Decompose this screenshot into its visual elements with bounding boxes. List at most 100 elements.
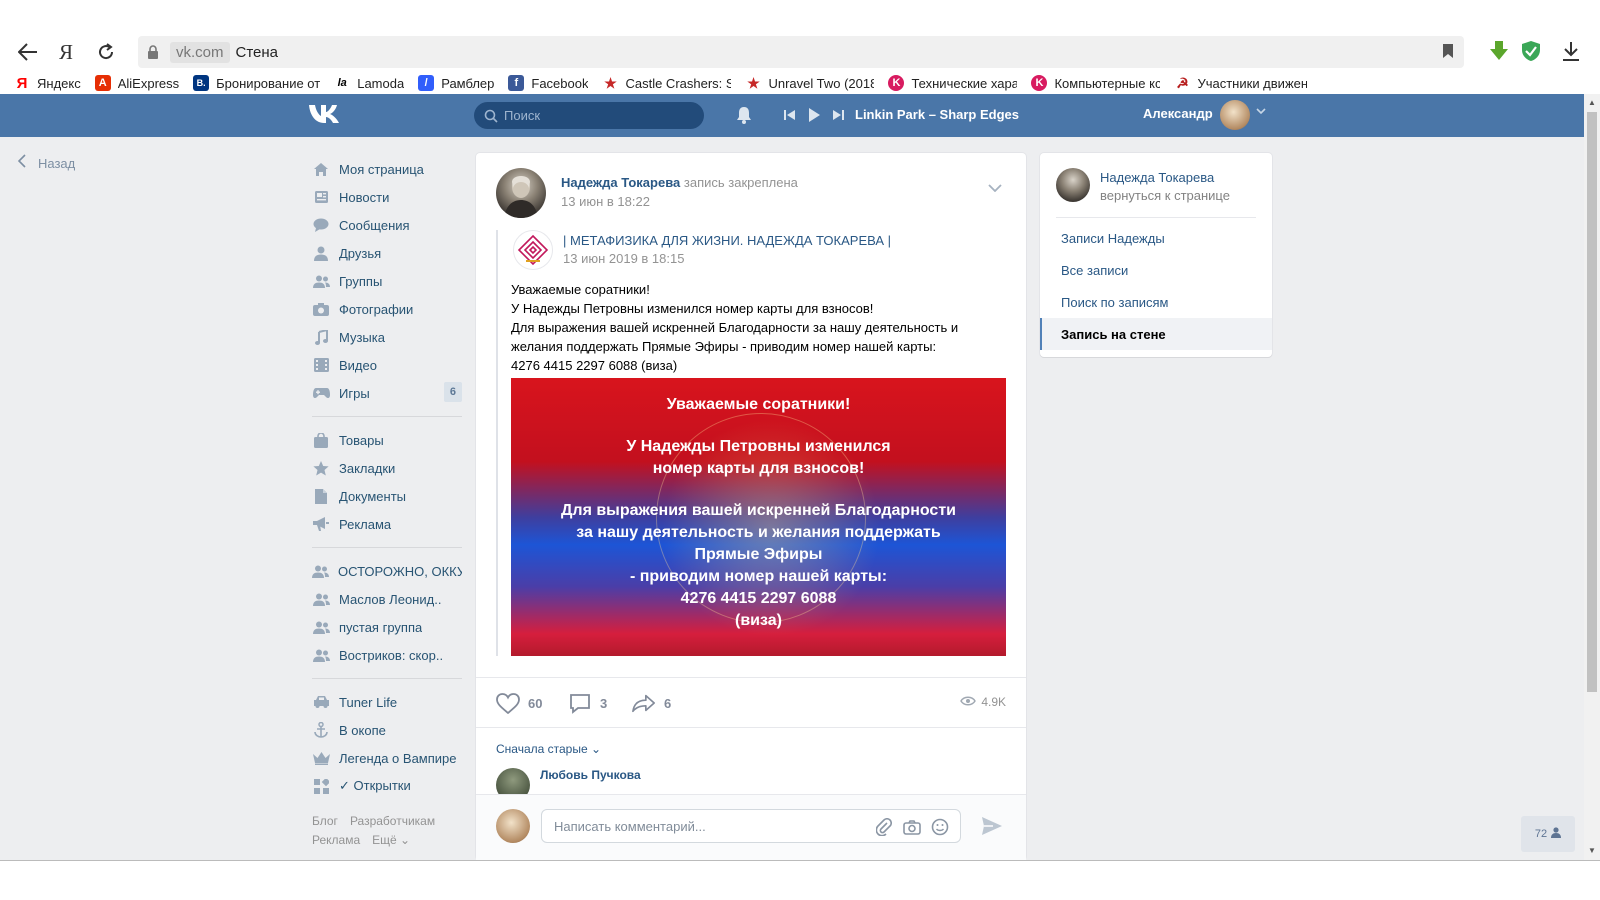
address-bar[interactable]: vk.com Стена	[138, 36, 1464, 68]
download-extension-icon[interactable]	[1486, 38, 1512, 64]
post-image[interactable]: Уважаемые соратники! У Надежды Петровны …	[511, 378, 1006, 656]
menu-item-video[interactable]: Видео	[312, 351, 462, 379]
document-icon	[312, 487, 330, 505]
bookmark-unravel-two[interactable]: ★ Unravel Two (2018	[745, 75, 874, 91]
back-link[interactable]: Назад	[17, 154, 75, 173]
reload-icon[interactable]	[92, 38, 120, 66]
avatar[interactable]	[1220, 100, 1250, 130]
previous-track-icon[interactable]	[784, 109, 796, 124]
menu-item-postcards[interactable]: ✓ Открытки	[312, 772, 462, 800]
menu-item-goods[interactable]: Товары	[312, 426, 462, 454]
post-menu-chevron-icon[interactable]	[988, 179, 1002, 195]
camera-icon	[312, 300, 330, 318]
online-friends-badge[interactable]: 72	[1521, 816, 1575, 852]
play-icon[interactable]	[808, 108, 820, 125]
footer-link-more[interactable]: Ещё ⌄	[372, 833, 410, 847]
post-date[interactable]: 13 июн в 18:22	[561, 194, 650, 209]
send-icon[interactable]	[981, 816, 1003, 839]
author-avatar[interactable]	[1056, 168, 1090, 202]
shield-icon[interactable]	[1518, 38, 1544, 64]
scroll-up-arrow-icon[interactable]: ▲	[1588, 98, 1596, 107]
image-text-line: У Надежды Петровны изменился	[626, 438, 891, 455]
camera-icon[interactable]	[902, 817, 922, 837]
bookmark-yandex[interactable]: Я Яндекс	[14, 75, 81, 92]
menu-item-vampire-legend[interactable]: Легенда о Вампире	[312, 744, 462, 772]
menu-item-ads[interactable]: Реклама	[312, 510, 462, 538]
nav-item-all-posts[interactable]: Все записи	[1040, 254, 1272, 286]
nav-item-wall-post[interactable]: Запись на стене	[1040, 318, 1272, 350]
next-track-icon[interactable]	[832, 109, 844, 124]
vk-logo-icon[interactable]	[308, 102, 344, 128]
menu-item-community-1[interactable]: ОСТОРОЖНО, ОККУ..	[312, 557, 462, 585]
comment-sort-toggle[interactable]: Сначала старые ⌄	[496, 742, 601, 756]
comment-input[interactable]: Написать комментарий...	[541, 809, 961, 843]
comment-button[interactable]: 3	[568, 692, 607, 714]
news-icon	[312, 188, 330, 206]
aliexpress-icon: A	[94, 75, 111, 91]
emoji-icon[interactable]	[930, 817, 950, 837]
nav-item-nadezhda-posts[interactable]: Записи Надежды	[1040, 222, 1272, 254]
source-name[interactable]: | МЕТАФИЗИКА ДЛЯ ЖИЗНИ. НАДЕЖДА ТОКАРЕВА…	[563, 233, 891, 248]
nav-item-search-posts[interactable]: Поиск по записям	[1040, 286, 1272, 318]
menu-item-my-page[interactable]: Моя страница	[312, 155, 462, 183]
source-avatar[interactable]	[513, 230, 553, 270]
page-scrollbar[interactable]: ▲ ▼	[1584, 94, 1600, 860]
menu-item-bookmarks[interactable]: Закладки	[312, 454, 462, 482]
bookmark-tech-specs[interactable]: K Технические хара	[888, 75, 1017, 91]
menu-item-trench[interactable]: В окопе	[312, 716, 462, 744]
search-input[interactable]: Поиск	[474, 102, 704, 129]
menu-item-community-3[interactable]: пустая группа	[312, 613, 462, 641]
menu-item-community-4[interactable]: Востриков: скор..	[312, 641, 462, 669]
back-arrow-icon[interactable]	[14, 38, 42, 66]
bookmark-participants[interactable]: ☭ Участники движен	[1174, 75, 1307, 91]
avatar[interactable]	[496, 809, 530, 843]
menu-item-friends[interactable]: Друзья	[312, 239, 462, 267]
chevron-down-icon[interactable]	[1256, 106, 1266, 118]
card-author-name[interactable]: Надежда Токарева	[1100, 170, 1214, 185]
bookmark-aliexpress[interactable]: A AliExpress	[94, 75, 179, 91]
footer-link-ads[interactable]: Реклама	[312, 833, 360, 847]
post-text-line: Для выражения вашей искренней Благодарно…	[511, 320, 959, 335]
booking-icon: B.	[193, 75, 210, 91]
footer-link-blog[interactable]: Блог	[312, 814, 338, 828]
share-button[interactable]: 6	[632, 692, 671, 714]
bookmark-lamoda[interactable]: la Lamoda	[334, 75, 405, 91]
menu-item-games[interactable]: Игры 6	[312, 379, 462, 407]
source-date[interactable]: 13 июн 2019 в 18:15	[563, 251, 684, 266]
scroll-down-arrow-icon[interactable]: ▼	[1588, 846, 1596, 855]
menu-item-groups[interactable]: Группы	[312, 267, 462, 295]
menu-item-music[interactable]: Музыка	[312, 323, 462, 351]
views-counter: 4.9K	[960, 695, 1006, 709]
groups-icon	[312, 590, 330, 608]
paperclip-icon[interactable]	[874, 817, 894, 837]
star-icon	[312, 459, 330, 477]
post-text-line: желания поддержать Прямые Эфиры - привод…	[511, 339, 937, 354]
comment-placeholder: Написать комментарий...	[554, 818, 706, 834]
comment-author-name[interactable]: Любовь Пучкова	[540, 768, 641, 782]
menu-item-photos[interactable]: Фотографии	[312, 295, 462, 323]
menu-item-messages[interactable]: Сообщения	[312, 211, 462, 239]
user-name[interactable]: Александр	[1143, 106, 1213, 121]
menu-item-documents[interactable]: Документы	[312, 482, 462, 510]
yandex-home-icon[interactable]: Я	[52, 38, 80, 66]
downloads-icon[interactable]	[1558, 38, 1584, 64]
bookmark-booking[interactable]: B. Бронирование от	[193, 75, 320, 91]
bookmark-flag-icon[interactable]	[1442, 44, 1454, 61]
menu-item-tuner-life[interactable]: Tuner Life	[312, 688, 462, 716]
menu-item-community-2[interactable]: Маслов Леонид..	[312, 585, 462, 613]
lock-icon	[146, 45, 160, 59]
bookmark-rambler[interactable]: / Рамблер	[418, 75, 494, 91]
scrollbar-thumb[interactable]	[1587, 112, 1597, 692]
bookmark-castle-crashers[interactable]: ★ Castle Crashers: St	[602, 75, 731, 91]
bell-icon[interactable]	[736, 106, 752, 124]
bookmark-facebook[interactable]: f Facebook	[508, 75, 588, 91]
footer-link-developers[interactable]: Разработчикам	[350, 814, 435, 828]
return-to-page-link[interactable]: вернуться к странице	[1100, 188, 1230, 203]
menu-item-news[interactable]: Новости	[312, 183, 462, 211]
bookmark-computers[interactable]: K Компьютерные кс	[1031, 75, 1160, 91]
wall-post: Надежда Токарева запись закреплена 13 ию…	[476, 153, 1026, 860]
author-avatar[interactable]	[496, 168, 546, 218]
now-playing-track[interactable]: Linkin Park – Sharp Edges	[855, 107, 1019, 122]
like-button[interactable]: 60	[496, 692, 542, 714]
post-author-name[interactable]: Надежда Токарева	[561, 175, 680, 190]
